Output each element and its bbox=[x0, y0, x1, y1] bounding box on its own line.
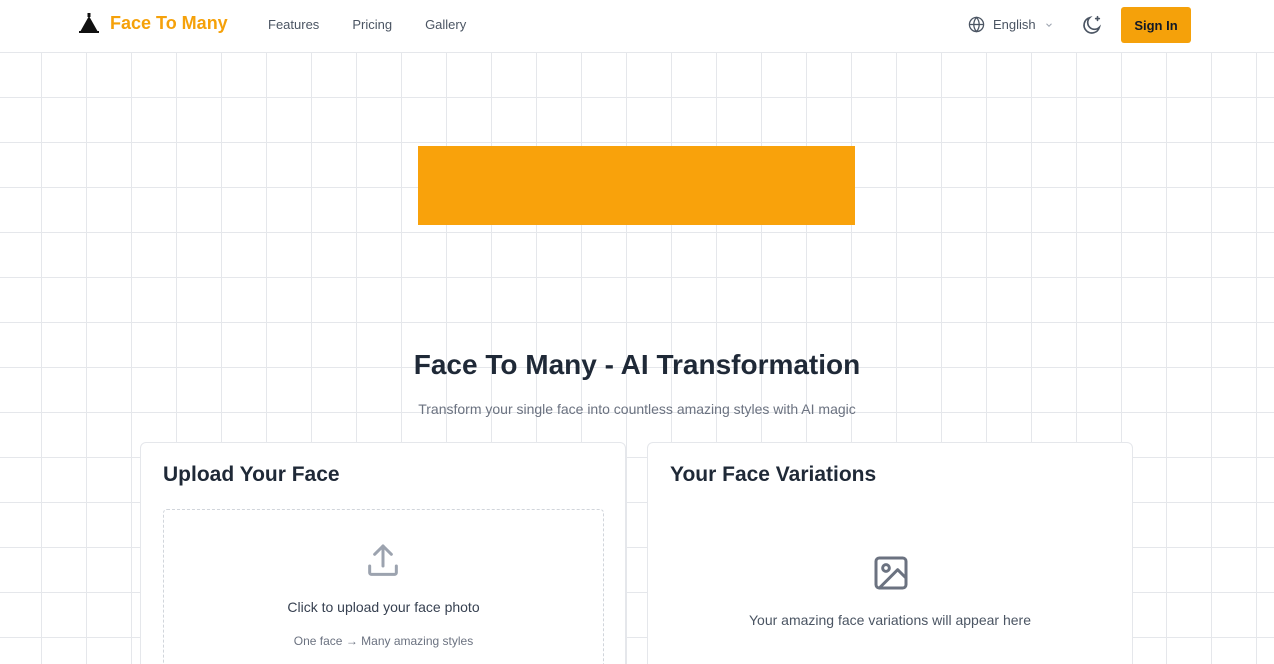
top-navbar: Face To Many Features Pricing Gallery En… bbox=[0, 0, 1274, 52]
upload-hint: One face → Many amazing styles bbox=[293, 634, 474, 648]
nav-pricing-link[interactable]: Pricing bbox=[352, 17, 392, 32]
chevron-down-icon bbox=[1045, 22, 1052, 27]
upload-icon bbox=[368, 544, 398, 576]
language-label: English bbox=[993, 17, 1036, 32]
promo-banner bbox=[418, 146, 855, 225]
main-nav: Features Pricing Gallery bbox=[268, 17, 499, 32]
brand[interactable]: Face To Many bbox=[78, 12, 228, 34]
page-subtitle: Transform your single face into countles… bbox=[418, 401, 856, 417]
globe-icon bbox=[968, 16, 985, 33]
upload-card-title: Upload Your Face bbox=[163, 463, 340, 486]
upload-dropzone[interactable]: Click to upload your face photo One face… bbox=[163, 509, 604, 664]
upload-prompt: Click to upload your face photo bbox=[287, 599, 480, 615]
page-title: Face To Many - AI Transformation bbox=[413, 349, 861, 380]
brand-name: Face To Many bbox=[110, 12, 228, 33]
variations-card: Your Face Variations Your amazing face v… bbox=[647, 442, 1133, 664]
triangle-logo-icon bbox=[79, 13, 99, 33]
moon-sparkle-icon[interactable] bbox=[1081, 14, 1103, 36]
nav-features-link[interactable]: Features bbox=[268, 17, 319, 32]
sign-in-button[interactable]: Sign In bbox=[1121, 7, 1191, 43]
image-icon bbox=[874, 556, 908, 590]
variations-placeholder: Your amazing face variations will appear… bbox=[749, 612, 1031, 628]
language-selector[interactable]: English bbox=[968, 16, 1054, 33]
upload-card: Upload Your Face Click to upload your fa… bbox=[140, 442, 626, 664]
nav-gallery-link[interactable]: Gallery bbox=[425, 17, 466, 32]
variations-card-title: Your Face Variations bbox=[670, 463, 877, 486]
